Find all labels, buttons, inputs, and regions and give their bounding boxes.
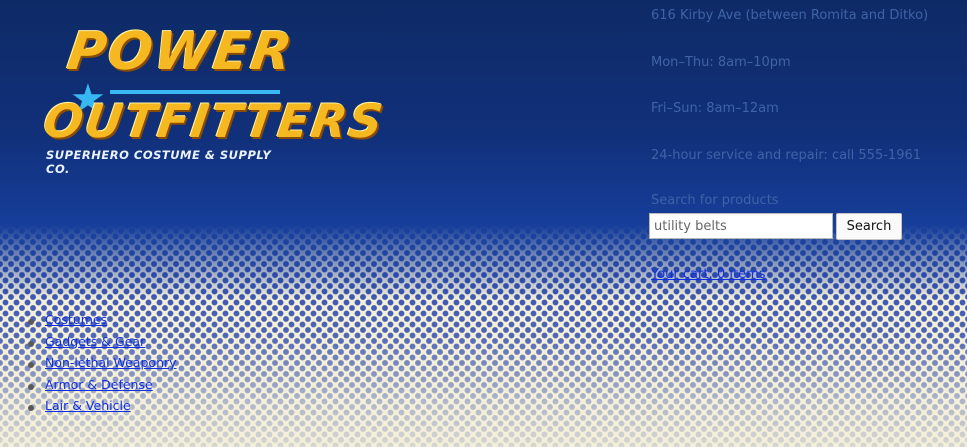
nav-link-weaponry[interactable]: Non-lethal Weaponry — [45, 355, 177, 370]
logo-line-1: POWER — [63, 22, 298, 82]
list-bullet — [28, 319, 34, 325]
search-button[interactable]: Search — [836, 213, 902, 240]
nav-link-costumes[interactable]: Costumes — [45, 312, 107, 327]
nav-link-armor[interactable]: Armor & Defense — [45, 377, 153, 392]
store-address: 616 Kirby Ave (between Romita and Ditko) — [651, 8, 929, 23]
store-logo[interactable]: POWER ★ OUTFITTERS SUPERHERO COSTUME & S… — [40, 20, 388, 176]
logo-line-2: OUTFITTERS — [40, 94, 388, 148]
list-bullet — [28, 340, 34, 347]
logo-tagline: SUPERHERO COSTUME & SUPPLY CO. — [46, 148, 272, 176]
list-bullet — [28, 383, 34, 390]
nav-link-gadgets[interactable]: Gadgets & Gear — [45, 334, 145, 349]
hours-weekday: Mon–Thu: 8am–10pm — [651, 55, 791, 70]
hours-weekend: Fri–Sun: 8am–12am — [651, 101, 779, 116]
nav-link-lair[interactable]: Lair & Vehicle — [45, 398, 131, 413]
service-phone: 24-hour service and repair: call 555-196… — [651, 148, 922, 163]
list-bullet — [28, 405, 34, 411]
search-input[interactable] — [649, 213, 833, 239]
list-bullet — [28, 362, 34, 368]
search-label: Search for products — [651, 193, 779, 208]
cart-link[interactable]: Your cart: 0 items — [651, 267, 766, 282]
